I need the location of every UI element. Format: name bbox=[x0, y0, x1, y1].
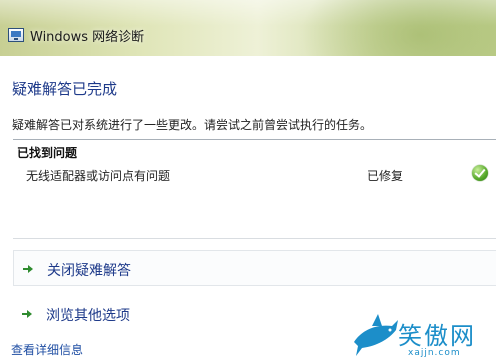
green-arrow-icon bbox=[23, 265, 33, 273]
problems-header: 已找到问题 bbox=[17, 146, 78, 160]
problem-status: 已修复 bbox=[367, 169, 404, 183]
green-arrow-icon bbox=[22, 310, 32, 318]
problems-found-panel: 已找到问题 无线适配器或访问点有问题 已修复 bbox=[13, 139, 496, 239]
window-title: Windows 网络诊断 bbox=[30, 30, 145, 45]
main-content: 疑难解答已完成 疑难解答已对系统进行了一些更改。请尝试之前曾尝试执行的任务。 已… bbox=[0, 56, 496, 360]
view-details-link[interactable]: 查看详细信息 bbox=[11, 341, 83, 358]
shark-logo-icon bbox=[354, 314, 398, 356]
browse-other-options-label: 浏览其他选项 bbox=[46, 308, 130, 324]
close-troubleshooter-label: 关闭疑难解答 bbox=[47, 263, 131, 279]
title-bar: Windows 网络诊断 bbox=[0, 0, 496, 56]
watermark-logo: 笑傲网 xajjn.com bbox=[352, 312, 496, 360]
problem-name: 无线适配器或访问点有问题 bbox=[26, 169, 171, 183]
network-diagnostics-icon bbox=[8, 28, 24, 42]
watermark-url: xajjn.com bbox=[408, 348, 461, 358]
close-troubleshooter-option[interactable]: 关闭疑难解答 bbox=[13, 250, 496, 286]
page-title: 疑难解答已完成 bbox=[12, 80, 118, 98]
check-icon bbox=[472, 165, 488, 181]
description-text: 疑难解答已对系统进行了一些更改。请尝试之前曾尝试执行的任务。 bbox=[12, 118, 373, 132]
watermark-text: 笑傲网 bbox=[398, 322, 476, 350]
